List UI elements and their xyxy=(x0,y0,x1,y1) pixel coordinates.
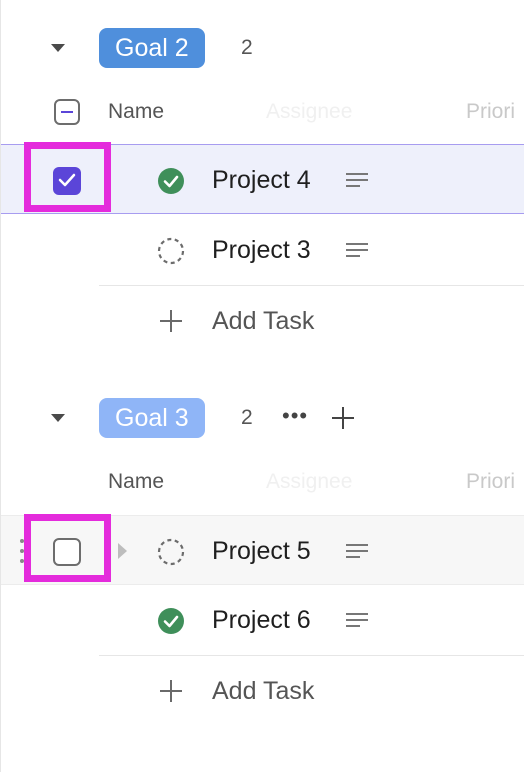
column-priority[interactable]: Priori xyxy=(466,460,515,504)
add-task-label[interactable]: Add Task xyxy=(212,286,314,356)
expand-subtasks-icon[interactable] xyxy=(118,543,127,559)
complete-status-icon[interactable] xyxy=(157,607,185,635)
plus-icon xyxy=(160,310,182,332)
task-row[interactable]: Project 6 xyxy=(1,585,524,655)
task-count: 2 xyxy=(241,406,253,429)
goal-2-header: Goal 2 2 xyxy=(1,20,524,76)
task-name[interactable]: Project 5 xyxy=(212,516,311,586)
collapse-caret-icon[interactable] xyxy=(51,44,65,52)
task-name[interactable]: Project 6 xyxy=(212,585,311,655)
goal-3-header: Goal 3 2 ••• xyxy=(1,390,524,446)
collapse-caret-icon[interactable] xyxy=(51,414,65,422)
task-name[interactable]: Project 3 xyxy=(212,215,311,285)
column-header-row: Name Assignee Priori xyxy=(1,460,524,504)
description-icon[interactable] xyxy=(346,172,368,188)
add-task-label[interactable]: Add Task xyxy=(212,656,314,726)
task-name[interactable]: Project 4 xyxy=(212,145,311,215)
plus-icon xyxy=(160,680,182,702)
task-list-panel: Goal 2 2 Name Assignee Priori Project 4 xyxy=(0,0,524,772)
goal-pill[interactable]: Goal 3 xyxy=(99,398,205,438)
incomplete-status-icon[interactable] xyxy=(157,237,185,265)
column-assignee[interactable]: Assignee xyxy=(266,90,352,134)
select-all-checkbox[interactable] xyxy=(54,99,80,125)
plus-icon[interactable] xyxy=(332,407,354,429)
column-header-row: Name Assignee Priori xyxy=(1,90,524,134)
description-icon[interactable] xyxy=(346,242,368,258)
task-count: 2 xyxy=(241,36,253,59)
complete-status-icon[interactable] xyxy=(157,167,185,195)
add-task-row[interactable]: Add Task xyxy=(1,656,524,726)
task-row[interactable]: Project 3 xyxy=(1,215,524,285)
add-task-row[interactable]: Add Task xyxy=(1,286,524,356)
column-assignee[interactable]: Assignee xyxy=(266,460,352,504)
goal-pill[interactable]: Goal 2 xyxy=(99,28,205,68)
column-priority[interactable]: Priori xyxy=(466,90,515,134)
ellipsis-icon[interactable]: ••• xyxy=(282,396,308,436)
column-name[interactable]: Name xyxy=(108,90,164,134)
description-icon[interactable] xyxy=(346,612,368,628)
column-name[interactable]: Name xyxy=(108,460,164,504)
highlight-box xyxy=(24,514,111,582)
description-icon[interactable] xyxy=(346,543,368,559)
highlight-box xyxy=(24,142,111,212)
incomplete-status-icon[interactable] xyxy=(157,538,185,566)
